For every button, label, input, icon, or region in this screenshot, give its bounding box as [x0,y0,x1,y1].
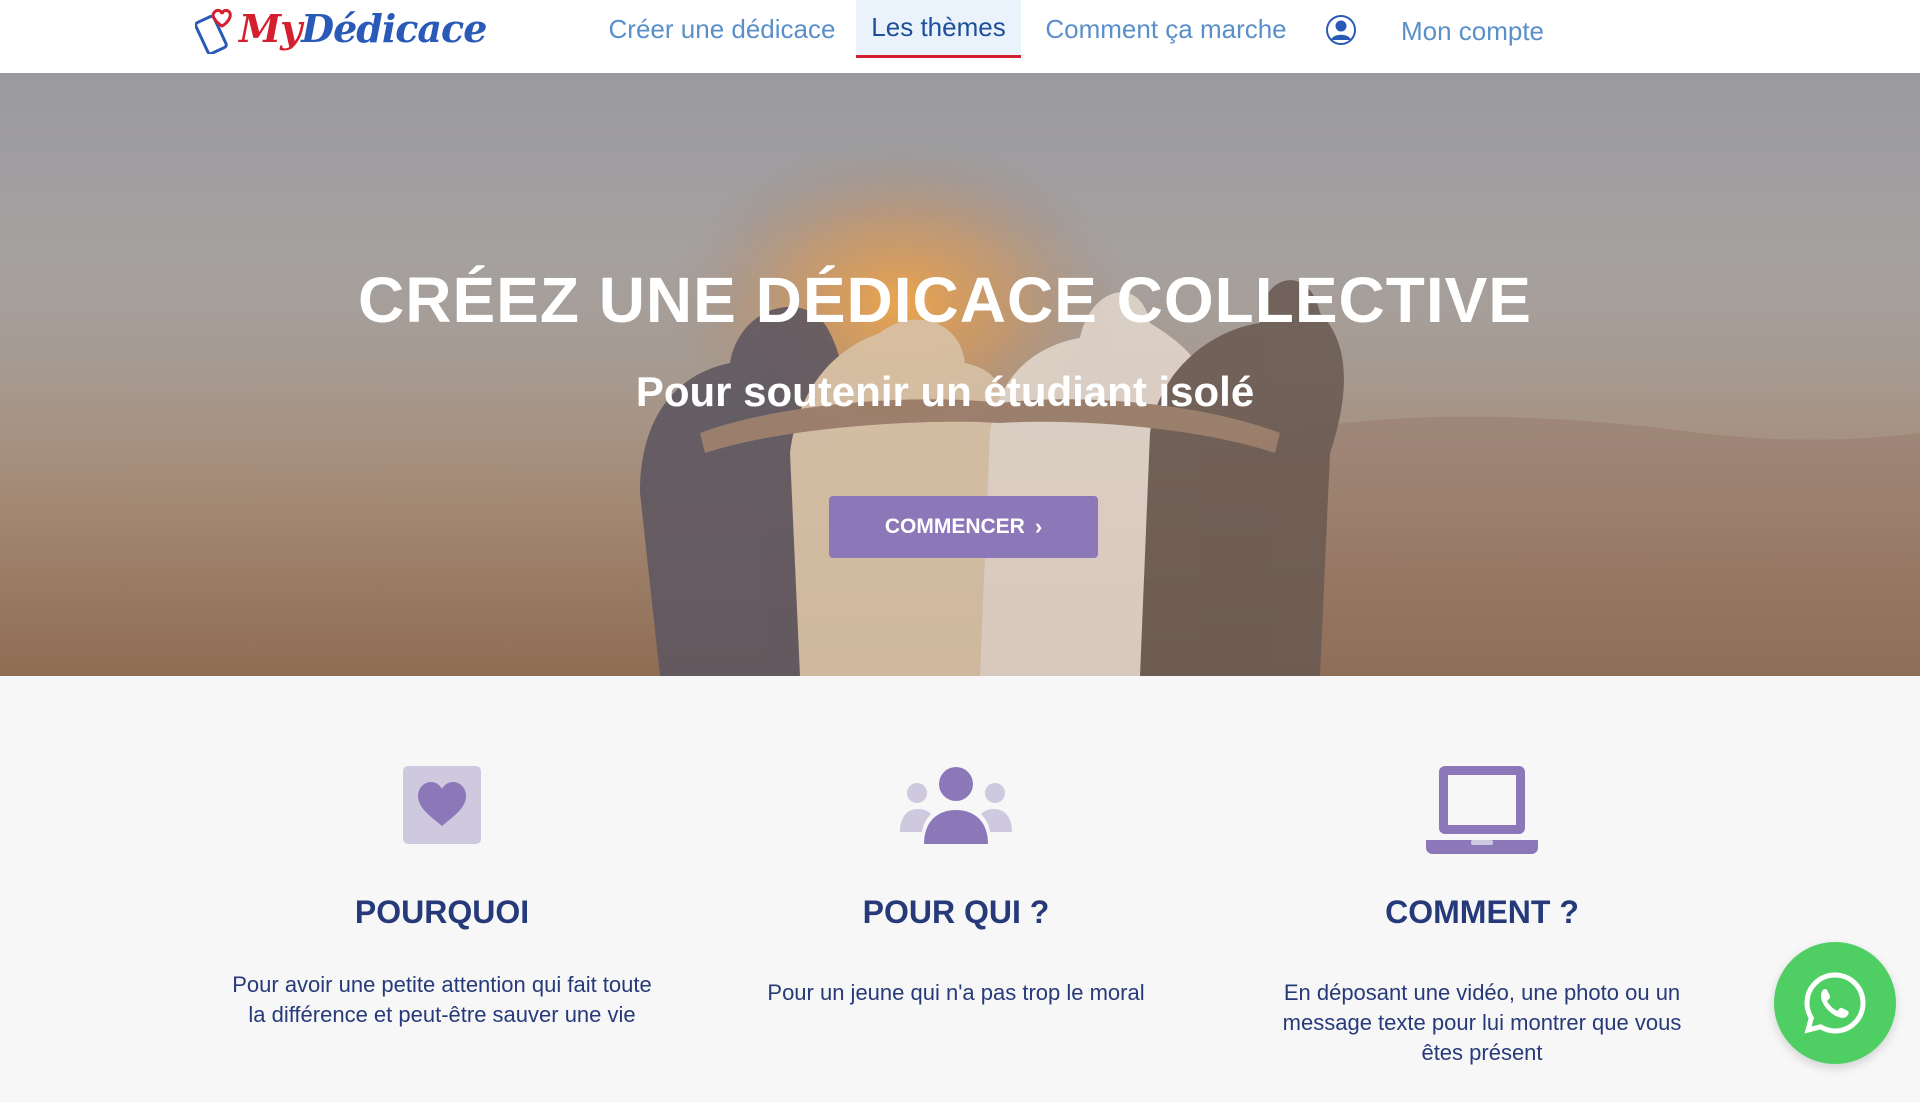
feature-who-title: POUR QUI ? [862,894,1050,930]
user-circle-icon[interactable] [1325,14,1357,46]
nav-my-account[interactable]: Mon compte [1380,2,1565,60]
site-header: MyDédicace Créer une dédicace Les thèmes… [0,0,1920,73]
nav-themes[interactable]: Les thèmes [856,0,1021,58]
hero-title: CRÉEZ UNE DÉDICACE COLLECTIVE [358,264,1532,336]
start-button[interactable]: COMMENCER › [829,496,1098,558]
nav-create-dedication[interactable]: Créer une dédicace [598,0,846,58]
brand-wordmark: MyDédicace [239,2,487,56]
hero-banner: CRÉEZ UNE DÉDICACE COLLECTIVE Pour soute… [0,73,1920,676]
heart-icon [403,766,481,844]
users-icon [900,767,1012,844]
brand-dedicace: Dédicace [301,6,487,51]
laptop-icon [1426,766,1538,854]
brand-my: My [239,6,302,51]
chevron-right-icon: › [1034,514,1043,539]
phone-heart-icon [195,8,232,54]
feature-how-title: COMMENT ? [1385,894,1579,930]
feature-why-text: Pour avoir une petite attention qui fait… [232,972,652,1027]
whatsapp-icon [1804,972,1866,1034]
feature-who-text: Pour un jeune qui n'a pas trop le moral [767,980,1145,1005]
feature-why-title: POURQUOI [354,894,530,930]
start-button-label: COMMENCER [884,515,1025,538]
whatsapp-button[interactable] [1774,942,1896,1064]
features-section: POURQUOI Pour avoir une petite attention… [0,676,1920,1102]
feature-how-text: En déposant une vidéo, une photo ou un m… [1282,980,1682,1065]
nav-how-it-works[interactable]: Comment ça marche [1031,0,1301,58]
brand-logo[interactable]: MyDédicace [195,2,487,56]
hero-subtitle: Pour soutenir un étudiant isolé [635,368,1255,415]
